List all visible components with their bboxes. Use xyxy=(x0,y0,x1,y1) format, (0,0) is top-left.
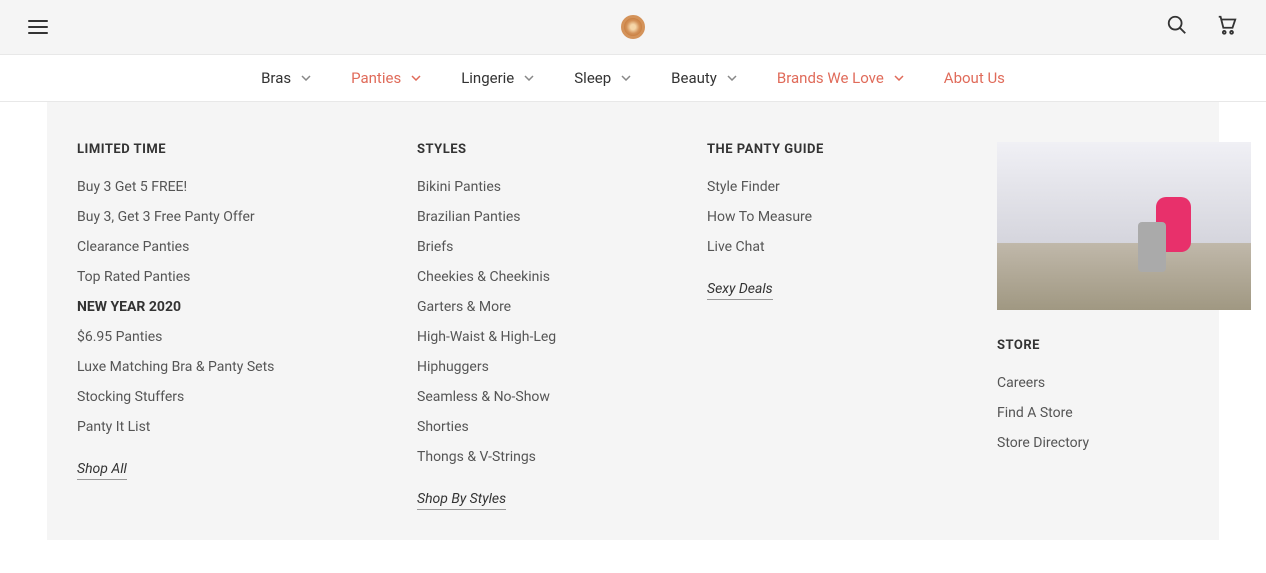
mega-link[interactable]: $6.95 Panties xyxy=(77,329,347,345)
mega-col-limited-time: LIMITED TIME Buy 3 Get 5 FREE! Buy 3, Ge… xyxy=(77,142,347,510)
header xyxy=(0,0,1266,55)
chevron-down-icon xyxy=(411,75,421,81)
nav-item-beauty[interactable]: Beauty xyxy=(671,69,737,87)
mega-link[interactable]: Seamless & No-Show xyxy=(417,389,637,405)
shop-all-link[interactable]: Shop All xyxy=(77,461,127,480)
mega-col-panty-guide: THE PANTY GUIDE Style Finder How To Meas… xyxy=(707,142,927,510)
nav-label: Panties xyxy=(351,69,401,87)
nav-item-sleep[interactable]: Sleep xyxy=(574,69,631,87)
shop-by-styles-link[interactable]: Shop By Styles xyxy=(417,491,506,510)
nav-item-brands-we-love[interactable]: Brands We Love xyxy=(777,69,904,87)
nav-label: Sleep xyxy=(574,69,611,87)
mega-link[interactable]: Briefs xyxy=(417,239,637,255)
search-icon[interactable] xyxy=(1166,14,1188,40)
nav-item-lingerie[interactable]: Lingerie xyxy=(461,69,534,87)
mega-link[interactable]: Clearance Panties xyxy=(77,239,347,255)
mega-menu-panel: LIMITED TIME Buy 3 Get 5 FREE! Buy 3, Ge… xyxy=(47,102,1219,540)
col-subheading: NEW YEAR 2020 xyxy=(77,299,347,315)
mega-link[interactable]: Store Directory xyxy=(997,435,1251,451)
col-heading: THE PANTY GUIDE xyxy=(707,142,927,157)
mega-link[interactable]: Hiphuggers xyxy=(417,359,637,375)
nav-label: Lingerie xyxy=(461,69,514,87)
mega-link[interactable]: Cheekies & Cheekinis xyxy=(417,269,637,285)
nav-label: Beauty xyxy=(671,69,717,87)
mega-link[interactable]: Find A Store xyxy=(997,405,1251,421)
chevron-down-icon xyxy=(894,75,904,81)
nav-item-panties[interactable]: Panties xyxy=(351,69,421,87)
mega-link[interactable]: Stocking Stuffers xyxy=(77,389,347,405)
nav-item-bras[interactable]: Bras xyxy=(261,69,311,87)
mega-col-styles: STYLES Bikini Panties Brazilian Panties … xyxy=(417,142,637,510)
mega-link[interactable]: Buy 3, Get 3 Free Panty Offer xyxy=(77,209,347,225)
cart-icon[interactable] xyxy=(1216,14,1238,40)
mega-link[interactable]: Careers xyxy=(997,375,1251,391)
sexy-deals-link[interactable]: Sexy Deals xyxy=(707,281,773,300)
mega-link[interactable]: Garters & More xyxy=(417,299,637,315)
mega-link[interactable]: High-Waist & High-Leg xyxy=(417,329,637,345)
chevron-down-icon xyxy=(524,75,534,81)
mega-link[interactable]: Bikini Panties xyxy=(417,179,637,195)
mega-link[interactable]: Top Rated Panties xyxy=(77,269,347,285)
nav-label: Brands We Love xyxy=(777,69,884,87)
mega-link[interactable]: Panty It List xyxy=(77,419,347,435)
mega-link[interactable]: How To Measure xyxy=(707,209,927,225)
brand-logo[interactable] xyxy=(621,15,645,39)
col-heading: STORE xyxy=(997,338,1251,353)
chevron-down-icon xyxy=(727,75,737,81)
mega-link[interactable]: Live Chat xyxy=(707,239,927,255)
mega-link[interactable]: Thongs & V-Strings xyxy=(417,449,637,465)
mega-col-store: STORE Careers Find A Store Store Directo… xyxy=(997,142,1251,510)
hamburger-menu-icon[interactable] xyxy=(28,20,48,34)
mega-link[interactable]: Style Finder xyxy=(707,179,927,195)
nav-item-about-us[interactable]: About Us xyxy=(944,69,1005,87)
chevron-down-icon xyxy=(621,75,631,81)
nav-label: Bras xyxy=(261,69,291,87)
col-heading: LIMITED TIME xyxy=(77,142,347,157)
mega-link[interactable]: Brazilian Panties xyxy=(417,209,637,225)
chevron-down-icon xyxy=(301,75,311,81)
primary-nav: Bras Panties Lingerie Sleep Beauty Brand… xyxy=(0,55,1266,102)
header-actions xyxy=(1166,14,1238,40)
nav-label: About Us xyxy=(944,69,1005,87)
mega-link[interactable]: Luxe Matching Bra & Panty Sets xyxy=(77,359,347,375)
promo-image[interactable] xyxy=(997,142,1251,310)
mega-link[interactable]: Shorties xyxy=(417,419,637,435)
col-heading: STYLES xyxy=(417,142,637,157)
mega-link[interactable]: Buy 3 Get 5 FREE! xyxy=(77,179,347,195)
